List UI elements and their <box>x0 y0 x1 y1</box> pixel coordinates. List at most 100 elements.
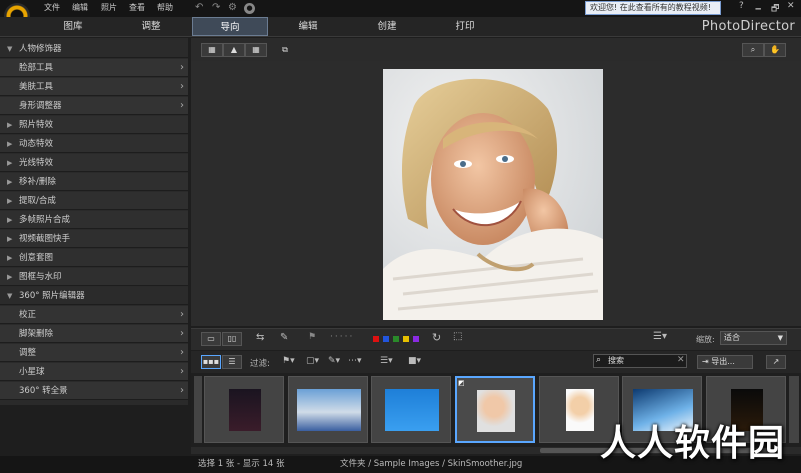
watermark-text: 人人软件园 <box>599 423 785 464</box>
thumbnail-image <box>385 389 439 431</box>
share-icon[interactable]: ↗ <box>766 355 786 369</box>
tab-create[interactable]: 创建 <box>349 17 425 36</box>
tool-skin[interactable]: 美肤工具 › <box>0 78 188 96</box>
update-icon[interactable]: ● <box>244 3 255 14</box>
tab-edit[interactable]: 编辑 <box>270 17 346 36</box>
section-label: 人物修饰器 <box>19 44 62 54</box>
color-label-blue[interactable] <box>383 336 389 342</box>
thumbnail-image <box>477 390 515 432</box>
tool-body-shaper[interactable]: 身形调整器 › <box>0 97 188 115</box>
flag-icon[interactable]: ⚑ <box>308 332 316 342</box>
section-label: 360° 照片编辑器 <box>19 291 85 301</box>
single-view-icon[interactable]: ▭ <box>201 332 221 346</box>
hand-tool-icon[interactable]: ✋ <box>764 43 786 57</box>
color-label-red[interactable] <box>373 336 379 342</box>
tool-360-adjust[interactable]: 调整 › <box>0 344 188 362</box>
tool-360-tripod-remove[interactable]: 脚架删除 › <box>0 325 188 343</box>
view-compare-icon[interactable]: ▲ <box>223 43 245 57</box>
section-light-effects[interactable]: ▶ 光线特效 <box>0 154 188 172</box>
restore-button[interactable]: 🗗 <box>771 1 779 17</box>
tool-label: 脸部工具 <box>19 63 54 73</box>
view-grid-icon[interactable]: ▦ <box>245 43 267 57</box>
tab-guided[interactable]: 导向 <box>192 17 268 36</box>
section-photo-effects[interactable]: ▶ 照片特效 <box>0 116 188 134</box>
section-label: 多帧照片合成 <box>19 215 71 225</box>
sort-menu-icon[interactable]: ☰▾ <box>653 331 667 342</box>
section-video-capture[interactable]: ▶ 视频截图快手 <box>0 230 188 248</box>
undo-icon[interactable]: ↶ <box>195 2 203 13</box>
zoom-tool-icon[interactable]: ⌕ <box>742 43 764 57</box>
menu-edit[interactable]: 编辑 <box>72 2 88 13</box>
settings-gear-icon[interactable]: ⚙ <box>228 2 237 13</box>
rotate-icon[interactable]: ↻ <box>432 331 441 344</box>
thumbnail-1[interactable] <box>204 376 284 443</box>
flag-filter-icon[interactable]: ⚑▾ <box>282 356 295 366</box>
tool-label: 身形调整器 <box>19 101 62 111</box>
crop-icon[interactable]: ⬚ <box>453 331 462 342</box>
search-input[interactable]: 搜索 <box>593 354 687 368</box>
section-label: 创意套图 <box>19 253 54 263</box>
more-filter-icon[interactable]: ⋯▾ <box>348 356 362 366</box>
collapsed-arrow-icon: ▶ <box>7 178 13 186</box>
welcome-banner[interactable]: 欢迎您! 在此查看所有的教程视频! <box>585 1 721 15</box>
section-360-editor[interactable]: ▼ 360° 照片编辑器 <box>0 287 188 305</box>
rating-filter-icon[interactable]: ▢▾ <box>306 356 319 366</box>
rotate-flip-icon[interactable]: ⇆ <box>256 332 264 343</box>
redo-icon[interactable]: ↷ <box>212 2 220 13</box>
rating-dots[interactable]: ····· <box>330 332 354 342</box>
color-label-green[interactable] <box>393 336 399 342</box>
second-monitor-icon[interactable]: ⧉ <box>277 43 293 57</box>
stack-icon[interactable]: ■▾ <box>408 356 421 366</box>
sort-icon[interactable]: ☰▾ <box>380 356 393 366</box>
brush-icon[interactable]: ✎ <box>280 332 288 343</box>
close-button[interactable]: ✕ <box>787 1 795 11</box>
section-portrait[interactable]: ▼ 人物修饰器 <box>0 40 188 58</box>
help-button[interactable]: ? <box>739 1 744 11</box>
section-label: 照片特效 <box>19 120 54 130</box>
thumbnail-4-selected[interactable]: ◩ <box>455 376 535 443</box>
tool-360-little-planet[interactable]: 小星球 › <box>0 363 188 381</box>
side-by-side-icon[interactable]: ▯▯ <box>222 332 242 346</box>
color-label-yellow[interactable] <box>403 336 409 342</box>
menu-photo[interactable]: 照片 <box>101 2 117 13</box>
collapsed-arrow-icon: ▶ <box>7 159 13 167</box>
list-view-icon[interactable]: ☰ <box>222 355 242 369</box>
thumbnail-image <box>229 389 261 431</box>
tab-adjust[interactable]: 调整 <box>113 17 189 36</box>
collapsed-arrow-icon: ▶ <box>7 140 13 148</box>
collapsed-arrow-icon: ▶ <box>7 197 13 205</box>
view-single-icon[interactable]: ▦ <box>201 43 223 57</box>
section-multi-exposure[interactable]: ▶ 多帧照片合成 <box>0 211 188 229</box>
tool-face[interactable]: 脸部工具 › <box>0 59 188 77</box>
collapsed-arrow-icon: ▶ <box>7 254 13 262</box>
section-motion-effects[interactable]: ▶ 动态特效 <box>0 135 188 153</box>
section-frames-watermark[interactable]: ▶ 图框与水印 <box>0 268 188 286</box>
chevron-right-icon: › <box>180 328 184 339</box>
menu-view[interactable]: 查看 <box>129 2 145 13</box>
thumbnail-3[interactable] <box>371 376 451 443</box>
expanded-arrow-icon: ▼ <box>7 292 13 300</box>
menu-help[interactable]: 帮助 <box>157 2 173 13</box>
thumbnail-view-icon[interactable]: ▪▪▪ <box>201 355 221 369</box>
thumbnail-partial[interactable] <box>194 376 202 443</box>
zoom-select[interactable]: 适合 ▼ <box>720 331 787 345</box>
clear-search-icon[interactable]: ✕ <box>677 355 685 365</box>
section-patch-remove[interactable]: ▶ 移补/删除 <box>0 173 188 191</box>
tool-360-to-panorama[interactable]: 360° 转全景 › <box>0 382 188 400</box>
tool-360-correct[interactable]: 校正 › <box>0 306 188 324</box>
tab-library[interactable]: 图库 <box>35 17 111 36</box>
thumbnail-image <box>566 389 594 431</box>
tab-print[interactable]: 打印 <box>427 17 503 36</box>
menu-file[interactable]: 文件 <box>44 2 60 13</box>
section-extract-compose[interactable]: ▶ 提取/合成 <box>0 192 188 210</box>
minimize-button[interactable]: 🗕 <box>755 1 761 17</box>
thumbnail-partial[interactable] <box>789 376 799 443</box>
section-creative-set[interactable]: ▶ 创意套图 <box>0 249 188 267</box>
main-photo[interactable] <box>383 69 603 320</box>
thumbnail-2[interactable] <box>288 376 368 443</box>
export-button[interactable]: ⇥ 导出... <box>697 355 753 369</box>
edit-filter-icon[interactable]: ✎▾ <box>328 356 340 366</box>
color-label-purple[interactable] <box>413 336 419 342</box>
chevron-right-icon: › <box>180 347 184 358</box>
export-label: 导出... <box>711 357 735 366</box>
